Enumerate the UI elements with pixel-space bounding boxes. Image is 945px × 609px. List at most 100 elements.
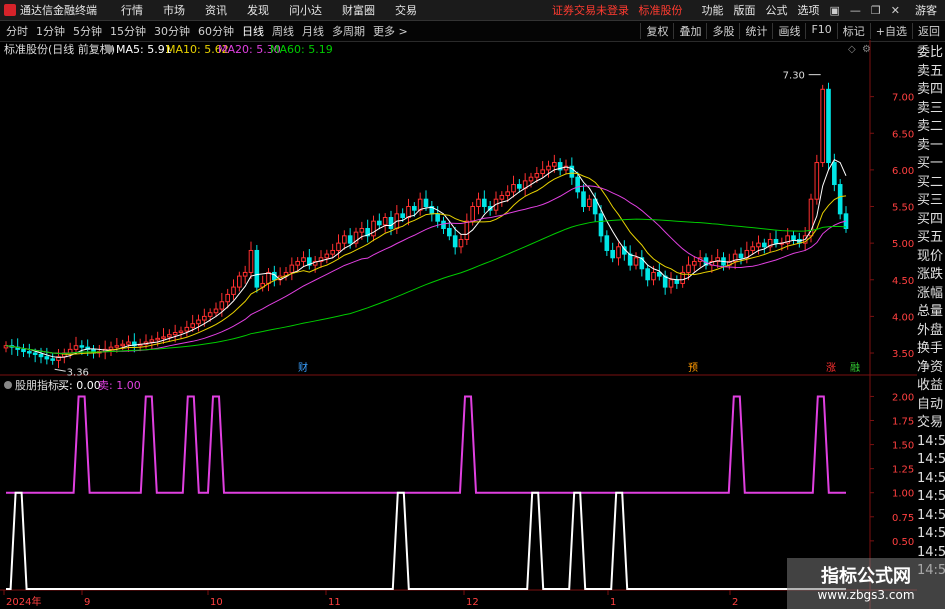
watermark-title: 指标公式网	[821, 566, 911, 587]
sidebar-item[interactable]: 总量	[917, 303, 945, 322]
menu-news[interactable]: 资讯	[205, 2, 227, 18]
period-intraday[interactable]: 分时	[4, 23, 30, 39]
date-label: 1	[610, 597, 616, 608]
menu-trade[interactable]: 交易	[395, 2, 417, 18]
trade-login-notice[interactable]: 证券交易未登录 标准股份	[552, 2, 683, 18]
period-5min[interactable]: 5分钟	[71, 23, 104, 39]
menu-ask-xiaoda[interactable]: 问小达	[289, 2, 322, 18]
period-30min[interactable]: 30分钟	[152, 23, 192, 39]
menu-discover[interactable]: 发现	[247, 2, 269, 18]
candle-body	[400, 213, 405, 218]
sidebar-item[interactable]: 14:56	[917, 507, 945, 526]
sidebar-item[interactable]: 买二	[917, 174, 945, 193]
price-tick-label: 6.00	[892, 166, 914, 177]
tool-multi-stock[interactable]: 多股	[706, 23, 739, 39]
period-60min[interactable]: 60分钟	[196, 23, 236, 39]
candle-body	[756, 242, 761, 248]
event-mark: 融	[850, 362, 860, 374]
sidebar-item[interactable]: 14:56	[917, 451, 945, 470]
candle-body	[458, 238, 464, 248]
sidebar-item[interactable]: 买四	[917, 211, 945, 230]
price-tick-label: 5.00	[892, 239, 914, 250]
period-daily[interactable]: 日线	[240, 23, 266, 39]
tool-add-watchlist[interactable]: +自选	[869, 23, 912, 39]
candle-body	[50, 358, 55, 361]
sidebar-item[interactable]: 涨幅	[917, 285, 945, 304]
sidebar-item[interactable]: 卖三	[917, 100, 945, 119]
sidebar-item[interactable]: 14:56	[917, 488, 945, 507]
candle-body	[324, 253, 330, 259]
candle-body	[347, 235, 353, 244]
candle-body	[435, 213, 440, 222]
pin-icon[interactable]: ▣	[830, 4, 840, 17]
menu-quotes[interactable]: 行情	[121, 2, 143, 18]
date-label: 2	[732, 597, 738, 608]
period-monthly[interactable]: 月线	[300, 23, 326, 39]
menu-layout[interactable]: 版面	[734, 2, 756, 18]
sidebar-item[interactable]: 委比	[917, 44, 945, 63]
minimize-icon[interactable]: —	[850, 4, 861, 17]
indicator-tick-label: 1.50	[892, 441, 914, 452]
tool-mark[interactable]: 标记	[836, 23, 870, 39]
period-more[interactable]: 更多 >	[371, 23, 410, 39]
indicator-sell-value: 卖: 1.00	[98, 379, 141, 392]
candle-body	[645, 268, 650, 281]
sidebar-item[interactable]: 卖五	[917, 63, 945, 82]
candle-body	[161, 336, 166, 339]
candle-body	[499, 195, 505, 200]
sidebar-item[interactable]: 14:56	[917, 470, 945, 489]
period-multi[interactable]: 多周期	[330, 23, 367, 39]
sidebar-item[interactable]: 换手	[917, 340, 945, 359]
price-tick-label: 3.50	[892, 349, 914, 360]
menu-function[interactable]: 功能	[702, 2, 724, 18]
candle-body	[598, 213, 604, 237]
maximize-icon[interactable]: ❐	[871, 4, 881, 17]
event-mark: 预	[688, 362, 698, 374]
tool-back[interactable]: 返回	[912, 23, 945, 39]
period-1min[interactable]: 1分钟	[34, 23, 67, 39]
price-tick-label: 4.00	[892, 312, 914, 323]
menu-formula[interactable]: 公式	[766, 2, 788, 18]
guest-user[interactable]: 游客	[915, 2, 937, 18]
chart-tools: 复权 叠加 多股 统计 画线 F10 标记 +自选 返回	[640, 23, 945, 39]
sidebar-item[interactable]: 14:56	[917, 433, 945, 452]
sidebar-item[interactable]: 外盘	[917, 322, 945, 341]
low-price-label: 3.36	[67, 367, 89, 378]
sidebar-item[interactable]: 净资	[917, 359, 945, 378]
kline-chart[interactable]: 标准股份(日线 前复权) MA5: 5.91MA10: 5.62MA20: 5.3…	[0, 40, 917, 609]
menu-market[interactable]: 市场	[163, 2, 185, 18]
candle-body	[575, 176, 580, 193]
sidebar-item[interactable]: 交易	[917, 414, 945, 433]
sidebar-item[interactable]: 收益	[917, 377, 945, 396]
tool-overlay[interactable]: 叠加	[673, 23, 706, 39]
tool-adjust[interactable]: 复权	[640, 23, 673, 39]
tool-f10[interactable]: F10	[805, 23, 836, 39]
sidebar-item[interactable]: 买一	[917, 155, 945, 174]
candle-body	[108, 346, 114, 350]
sidebar-item[interactable]: 买三	[917, 192, 945, 211]
menu-wealth-circle[interactable]: 财富圈	[342, 2, 375, 18]
sidebar-item[interactable]: 卖二	[917, 118, 945, 137]
tool-statistics[interactable]: 统计	[739, 23, 772, 39]
candle-body	[32, 352, 38, 355]
sidebar-item[interactable]: 现价	[917, 248, 945, 267]
sidebar-item[interactable]: 卖四	[917, 81, 945, 100]
sidebar-item[interactable]: 卖一	[917, 137, 945, 156]
period-15min[interactable]: 15分钟	[108, 23, 148, 39]
date-label: 9	[84, 597, 90, 608]
candle-body	[172, 332, 178, 336]
period-weekly[interactable]: 周线	[270, 23, 296, 39]
candle-body	[773, 238, 779, 244]
candle-body	[651, 271, 656, 281]
app-logo-icon	[4, 4, 16, 16]
candle-body	[476, 198, 481, 208]
sidebar-item[interactable]: 自动	[917, 396, 945, 415]
sidebar-item[interactable]: 涨跌	[917, 266, 945, 285]
menu-options[interactable]: 选项	[798, 2, 820, 18]
candle-body	[616, 246, 621, 259]
tool-draw-line[interactable]: 画线	[772, 23, 805, 39]
sidebar-item[interactable]: 14:56	[917, 525, 945, 544]
sidebar-item[interactable]: 买五	[917, 229, 945, 248]
candle-body	[225, 293, 230, 303]
close-icon[interactable]: ✕	[891, 4, 900, 17]
